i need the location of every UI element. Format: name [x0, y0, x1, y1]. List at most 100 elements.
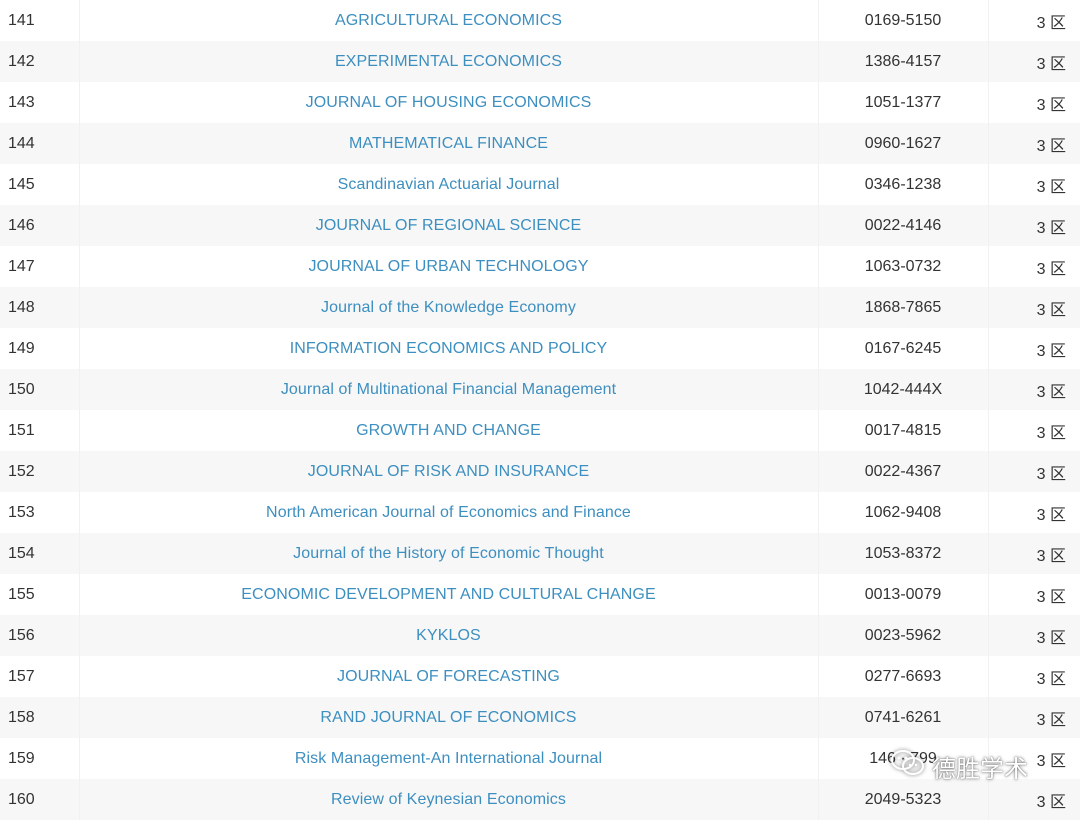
table-row: 159 Risk Management-An International Jour…	[0, 738, 1080, 779]
rank-cell: 143	[0, 82, 80, 123]
table-row: 148 Journal of the Knowledge Economy 1868-…	[0, 287, 1080, 328]
title-cell: AGRICULTURAL ECONOMICS	[79, 0, 819, 41]
issn-cell: 0013-0079	[818, 574, 989, 615]
issn-cell: 1386-4157	[818, 41, 989, 82]
issn-cell: 1868-7865	[818, 287, 989, 328]
journal-title-link[interactable]: AGRICULTURAL ECONOMICS	[335, 12, 562, 29]
zone-cell: 3 区	[1036, 588, 1066, 606]
rank-cell: 144	[0, 123, 80, 164]
title-cell: Journal of the History of Economic Thoug…	[79, 533, 819, 574]
issn-cell: 0023-5962	[818, 615, 989, 656]
journal-title-link[interactable]: ECONOMIC DEVELOPMENT AND CULTURAL CHANGE	[241, 586, 655, 603]
journal-title-link[interactable]: GROWTH AND CHANGE	[356, 422, 541, 439]
title-cell: GROWTH AND CHANGE	[79, 410, 819, 451]
journal-title-link[interactable]: INFORMATION ECONOMICS AND POLICY	[290, 340, 608, 357]
journal-title-link[interactable]: MATHEMATICAL FINANCE	[349, 135, 548, 152]
zone-cell: 3 区	[988, 697, 1080, 738]
title-cell: Journal of Multinational Financial Manag…	[79, 369, 819, 410]
issn-cell: 0169-5150	[818, 0, 989, 41]
journal-title-link[interactable]: JOURNAL OF URBAN TECHNOLOGY	[308, 258, 588, 275]
issn-cell: 1042-444X	[818, 369, 989, 410]
rank-cell: 160	[0, 779, 80, 820]
rank-cell: 154	[0, 533, 80, 574]
journal-title-link[interactable]: KYKLOS	[416, 627, 481, 644]
journal-title-link[interactable]: Risk Management-An International Journal	[295, 750, 602, 767]
rank-cell: 157	[0, 656, 80, 697]
rank-cell: 156	[0, 615, 80, 656]
zone-cell: 3 区	[1036, 506, 1066, 524]
issn-cell: 1053-8372	[818, 533, 989, 574]
issn-cell: 1063-0732	[818, 246, 989, 287]
table-row: 144 MATHEMATICAL FINANCE 0960-1627 3 区	[0, 123, 1080, 164]
rank-cell: 159	[0, 738, 80, 779]
zone-cell: 3 区	[988, 123, 1080, 164]
rank-cell: 148	[0, 287, 80, 328]
table-row: 155 ECONOMIC DEVELOPMENT AND CULTURAL CHA…	[0, 574, 1080, 615]
zone-cell: 3 区	[1036, 260, 1066, 278]
zone-cell: 3 区	[988, 369, 1080, 410]
zone-cell: 3 区	[1036, 342, 1066, 360]
title-cell: RAND JOURNAL OF ECONOMICS	[79, 697, 819, 738]
title-cell: Risk Management-An International Journal	[79, 738, 819, 779]
journal-title-link[interactable]: Review of Keynesian Economics	[331, 791, 566, 808]
table-row: 142 EXPERIMENTAL ECONOMICS 1386-4157 3 区	[0, 41, 1080, 82]
journal-table: 141 AGRICULTURAL ECONOMICS 0169-5150 3 区 142…	[0, 0, 1080, 820]
issn-cell: 0167-6245	[818, 328, 989, 369]
journal-title-link[interactable]: JOURNAL OF FORECASTING	[337, 668, 560, 685]
rank-cell: 150	[0, 369, 80, 410]
title-cell: North American Journal of Economics and …	[79, 492, 819, 533]
issn-cell: 146 · 799	[818, 738, 989, 779]
rank-cell: 153	[0, 492, 80, 533]
zone-cell: 3 区	[1036, 178, 1066, 196]
journal-rows: 141 AGRICULTURAL ECONOMICS 0169-5150 3 区 142…	[0, 0, 1080, 820]
journal-title-link[interactable]: JOURNAL OF RISK AND INSURANCE	[308, 463, 589, 480]
rank-cell: 149	[0, 328, 80, 369]
zone-cell: 3 区	[988, 205, 1080, 246]
journal-title-link[interactable]: JOURNAL OF REGIONAL SCIENCE	[316, 217, 582, 234]
issn-cell: 0741-6261	[818, 697, 989, 738]
zone-cell: 3 区	[988, 41, 1080, 82]
zone-cell: 3 区	[988, 533, 1080, 574]
journal-title-link[interactable]: RAND JOURNAL OF ECONOMICS	[320, 709, 576, 726]
title-cell: Journal of the Knowledge Economy	[79, 287, 819, 328]
table-row: 157 JOURNAL OF FORECASTING 0277-6693 3 区	[0, 656, 1080, 697]
zone-cell: 3 区	[988, 779, 1080, 820]
table-row: 151 GROWTH AND CHANGE 0017-4815 3 区	[0, 410, 1080, 451]
table-row: 149 INFORMATION ECONOMICS AND POLICY 0167-…	[0, 328, 1080, 369]
rank-cell: 151	[0, 410, 80, 451]
journal-title-link[interactable]: EXPERIMENTAL ECONOMICS	[335, 53, 562, 70]
zone-cell: 3 区	[1036, 752, 1066, 770]
issn-cell: 0017-4815	[818, 410, 989, 451]
journal-title-link[interactable]: Journal of Multinational Financial Manag…	[281, 381, 616, 398]
issn-cell: 2049-5323	[818, 779, 989, 820]
journal-title-link[interactable]: Scandinavian Actuarial Journal	[338, 176, 560, 193]
rank-cell: 146	[0, 205, 80, 246]
journal-title-link[interactable]: Journal of the Knowledge Economy	[321, 299, 576, 316]
table-row: 153 North American Journal of Economics a…	[0, 492, 1080, 533]
journal-title-link[interactable]: North American Journal of Economics and …	[266, 504, 631, 521]
title-cell: INFORMATION ECONOMICS AND POLICY	[79, 328, 819, 369]
zone-cell: 3 区	[988, 451, 1080, 492]
zone-cell: 3 区	[988, 287, 1080, 328]
issn-cell: 1062-9408	[818, 492, 989, 533]
title-cell: Review of Keynesian Economics	[79, 779, 819, 820]
issn-cell: 0022-4146	[818, 205, 989, 246]
title-cell: KYKLOS	[79, 615, 819, 656]
title-cell: JOURNAL OF FORECASTING	[79, 656, 819, 697]
journal-title-link[interactable]: Journal of the History of Economic Thoug…	[293, 545, 604, 562]
table-row: 154 Journal of the History of Economic Th…	[0, 533, 1080, 574]
title-cell: JOURNAL OF REGIONAL SCIENCE	[79, 205, 819, 246]
issn-cell: 1051-1377	[818, 82, 989, 123]
title-cell: MATHEMATICAL FINANCE	[79, 123, 819, 164]
issn-cell: 0277-6693	[818, 656, 989, 697]
journal-title-link[interactable]: JOURNAL OF HOUSING ECONOMICS	[306, 94, 592, 111]
zone-cell: 3 区	[1036, 14, 1066, 32]
zone-cell: 3 区	[1036, 424, 1066, 442]
title-cell: JOURNAL OF URBAN TECHNOLOGY	[79, 246, 819, 287]
table-row: 145 Scandinavian Actuarial Journal 0346-12…	[0, 164, 1080, 205]
rank-cell: 152	[0, 451, 80, 492]
table-row: 156 KYKLOS 0023-5962 3 区	[0, 615, 1080, 656]
table-row: 141 AGRICULTURAL ECONOMICS 0169-5150 3 区	[0, 0, 1080, 41]
title-cell: EXPERIMENTAL ECONOMICS	[79, 41, 819, 82]
rank-cell: 158	[0, 697, 80, 738]
